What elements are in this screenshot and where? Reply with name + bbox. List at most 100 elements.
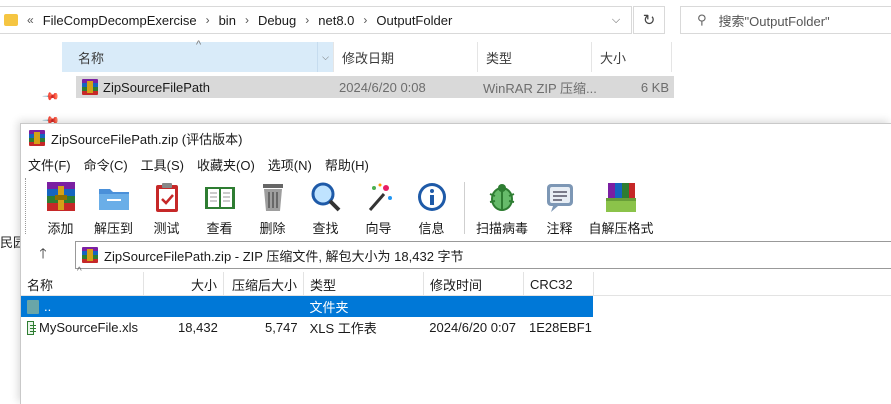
up-level-icon[interactable]: 🡑 [21, 243, 65, 267]
test-label: 测试 [153, 221, 180, 236]
wizard-label: 向导 [365, 221, 392, 236]
row-name: MySourceFile.xls [39, 320, 138, 335]
title-bar: ZipSourceFilePath.zip (评估版本) [21, 124, 891, 152]
column-modified[interactable]: 修改时间 [424, 272, 524, 296]
column-date[interactable]: 修改日期 [334, 42, 478, 72]
pin-icon[interactable]: 📌 [41, 87, 60, 106]
virus-scan-button[interactable]: 扫描病毒 [471, 176, 533, 237]
file-row[interactable]: ZipSourceFilePath 2024/6/20 0:08 WinRAR … [76, 76, 674, 98]
table-row[interactable]: .. 文件夹 [21, 296, 593, 317]
bug-icon [485, 180, 519, 214]
table-row[interactable]: MySourceFile.xls 18,432 5,747 XLS 工作表 20… [21, 317, 593, 338]
comment-icon [543, 180, 577, 214]
column-crc32[interactable]: CRC32 [524, 272, 594, 296]
column-type[interactable]: 类型 [478, 42, 592, 72]
toolbar-grip[interactable] [25, 178, 28, 234]
extract-to-label: 解压到 [93, 221, 133, 236]
magnifier-icon [309, 180, 343, 214]
comment-label: 注释 [546, 221, 573, 236]
refresh-button[interactable]: ↻ [633, 6, 665, 34]
address-dropdown-icon[interactable]: ⌵ [600, 7, 632, 33]
breadcrumb-item[interactable]: Debug [258, 13, 296, 28]
virus-scan-label: 扫描病毒 [475, 221, 528, 236]
column-packed-size[interactable]: 压缩后大小 [224, 272, 304, 296]
extract-to-button[interactable]: 解压到 [87, 176, 140, 237]
zip-file-icon [82, 247, 98, 263]
winrar-archive-icon [82, 79, 98, 95]
overflow-chevron[interactable]: « [27, 13, 34, 27]
column-name-label: 名称 [78, 50, 105, 66]
column-filter-icon[interactable]: ⌵ [317, 42, 333, 72]
info-icon [415, 180, 449, 214]
column-size-label: 大小 [190, 277, 217, 293]
find-button[interactable]: 查找 [299, 176, 352, 237]
find-label: 查找 [312, 221, 339, 236]
row-name: .. [44, 299, 52, 314]
row-name-cell: MySourceFile.xls [21, 320, 144, 335]
path-field[interactable]: ZipSourceFilePath.zip - ZIP 压缩文件, 解包大小为 … [75, 241, 891, 269]
menu-help[interactable]: 帮助(H) [324, 153, 370, 176]
menu-favorites[interactable]: 收藏夹(O) [196, 153, 256, 176]
column-name-label: 名称 [27, 277, 54, 293]
add-button[interactable]: 添加 [34, 176, 87, 237]
menu-tools[interactable]: 工具(S) [140, 153, 185, 176]
info-label: 信息 [418, 221, 445, 236]
info-button[interactable]: 信息 [405, 176, 458, 237]
explorer-address-bar: « FileCompDecompExercise › bin › Debug ›… [0, 0, 891, 40]
folder-icon [4, 14, 18, 26]
sort-up-icon: ^ [77, 266, 82, 277]
row-type: XLS 工作表 [309, 321, 377, 336]
menu-file[interactable]: 文件(F) [27, 153, 72, 176]
address-box[interactable]: « FileCompDecompExercise › bin › Debug ›… [0, 6, 632, 34]
delete-label: 删除 [259, 221, 286, 236]
column-size[interactable]: 大小 [592, 42, 672, 72]
menu-command[interactable]: 命令(C) [83, 153, 129, 176]
column-modified-label: 修改时间 [430, 277, 483, 293]
sfx-label: 自解压格式 [588, 221, 654, 236]
row-packed: 5,747 [265, 320, 298, 335]
column-type[interactable]: 类型 [304, 272, 424, 296]
chevron-right-icon: › [205, 13, 210, 27]
row-modified: 2024/6/20 0:07 [429, 320, 517, 335]
column-crc-label: CRC32 [530, 276, 573, 292]
folder-up-icon [27, 299, 39, 314]
column-size[interactable]: 大小 [144, 272, 224, 296]
menu-bar: 文件(F) 命令(C) 工具(S) 收藏夹(O) 选项(N) 帮助(H) [21, 152, 891, 176]
chevron-right-icon: › [244, 13, 249, 27]
search-input[interactable]: ⚲ 搜索"OutputFolder" [680, 6, 891, 34]
delete-button[interactable]: 删除 [246, 176, 299, 237]
chevron-right-icon: › [305, 13, 310, 27]
view-label: 查看 [206, 221, 233, 236]
magic-wand-icon [362, 180, 396, 214]
wizard-button[interactable]: 向导 [352, 176, 405, 237]
path-bar: 🡑 ZipSourceFilePath.zip - ZIP 压缩文件, 解包大小… [21, 241, 891, 269]
breadcrumb-item[interactable]: bin [219, 13, 236, 28]
path-text: ZipSourceFilePath.zip - ZIP 压缩文件, 解包大小为 … [104, 248, 464, 264]
column-name[interactable]: ^ 名称 ⌵ [62, 39, 334, 72]
breadcrumb-item[interactable]: OutputFolder [376, 13, 452, 28]
column-date-label: 修改日期 [342, 50, 395, 66]
row-size: 18,432 [178, 320, 218, 335]
book-icon [203, 180, 237, 214]
row-name-cell: .. [21, 299, 144, 314]
chevron-right-icon: › [363, 13, 368, 27]
breadcrumb-item[interactable]: net8.0 [318, 13, 354, 28]
comment-button[interactable]: 注释 [533, 176, 586, 237]
menu-options[interactable]: 选项(N) [267, 153, 313, 176]
sfx-button[interactable]: 自解压格式 [586, 176, 656, 237]
breadcrumb-item[interactable]: FileCompDecompExercise [43, 13, 197, 28]
spreadsheet-icon [27, 320, 37, 335]
archive-add-icon [44, 180, 78, 214]
file-name: ZipSourceFilePath [103, 79, 210, 95]
add-label: 添加 [47, 221, 74, 236]
folder-extract-icon [97, 180, 131, 214]
search-placeholder: 搜索"OutputFolder" [718, 13, 830, 29]
toolbar: 添加 解压到 测试 查看 删除 查找 向导 信息 扫描病毒 注释 自解压格式 [21, 176, 891, 240]
clipboard-check-icon [150, 180, 184, 214]
toolbar-separator [464, 182, 465, 234]
column-packed-label: 压缩后大小 [231, 277, 297, 293]
explorer-column-header: ^ 名称 ⌵ 修改日期 类型 大小 [62, 39, 891, 72]
test-button[interactable]: 测试 [140, 176, 193, 237]
view-button[interactable]: 查看 [193, 176, 246, 237]
column-name[interactable]: ^ 名称 [21, 266, 144, 296]
